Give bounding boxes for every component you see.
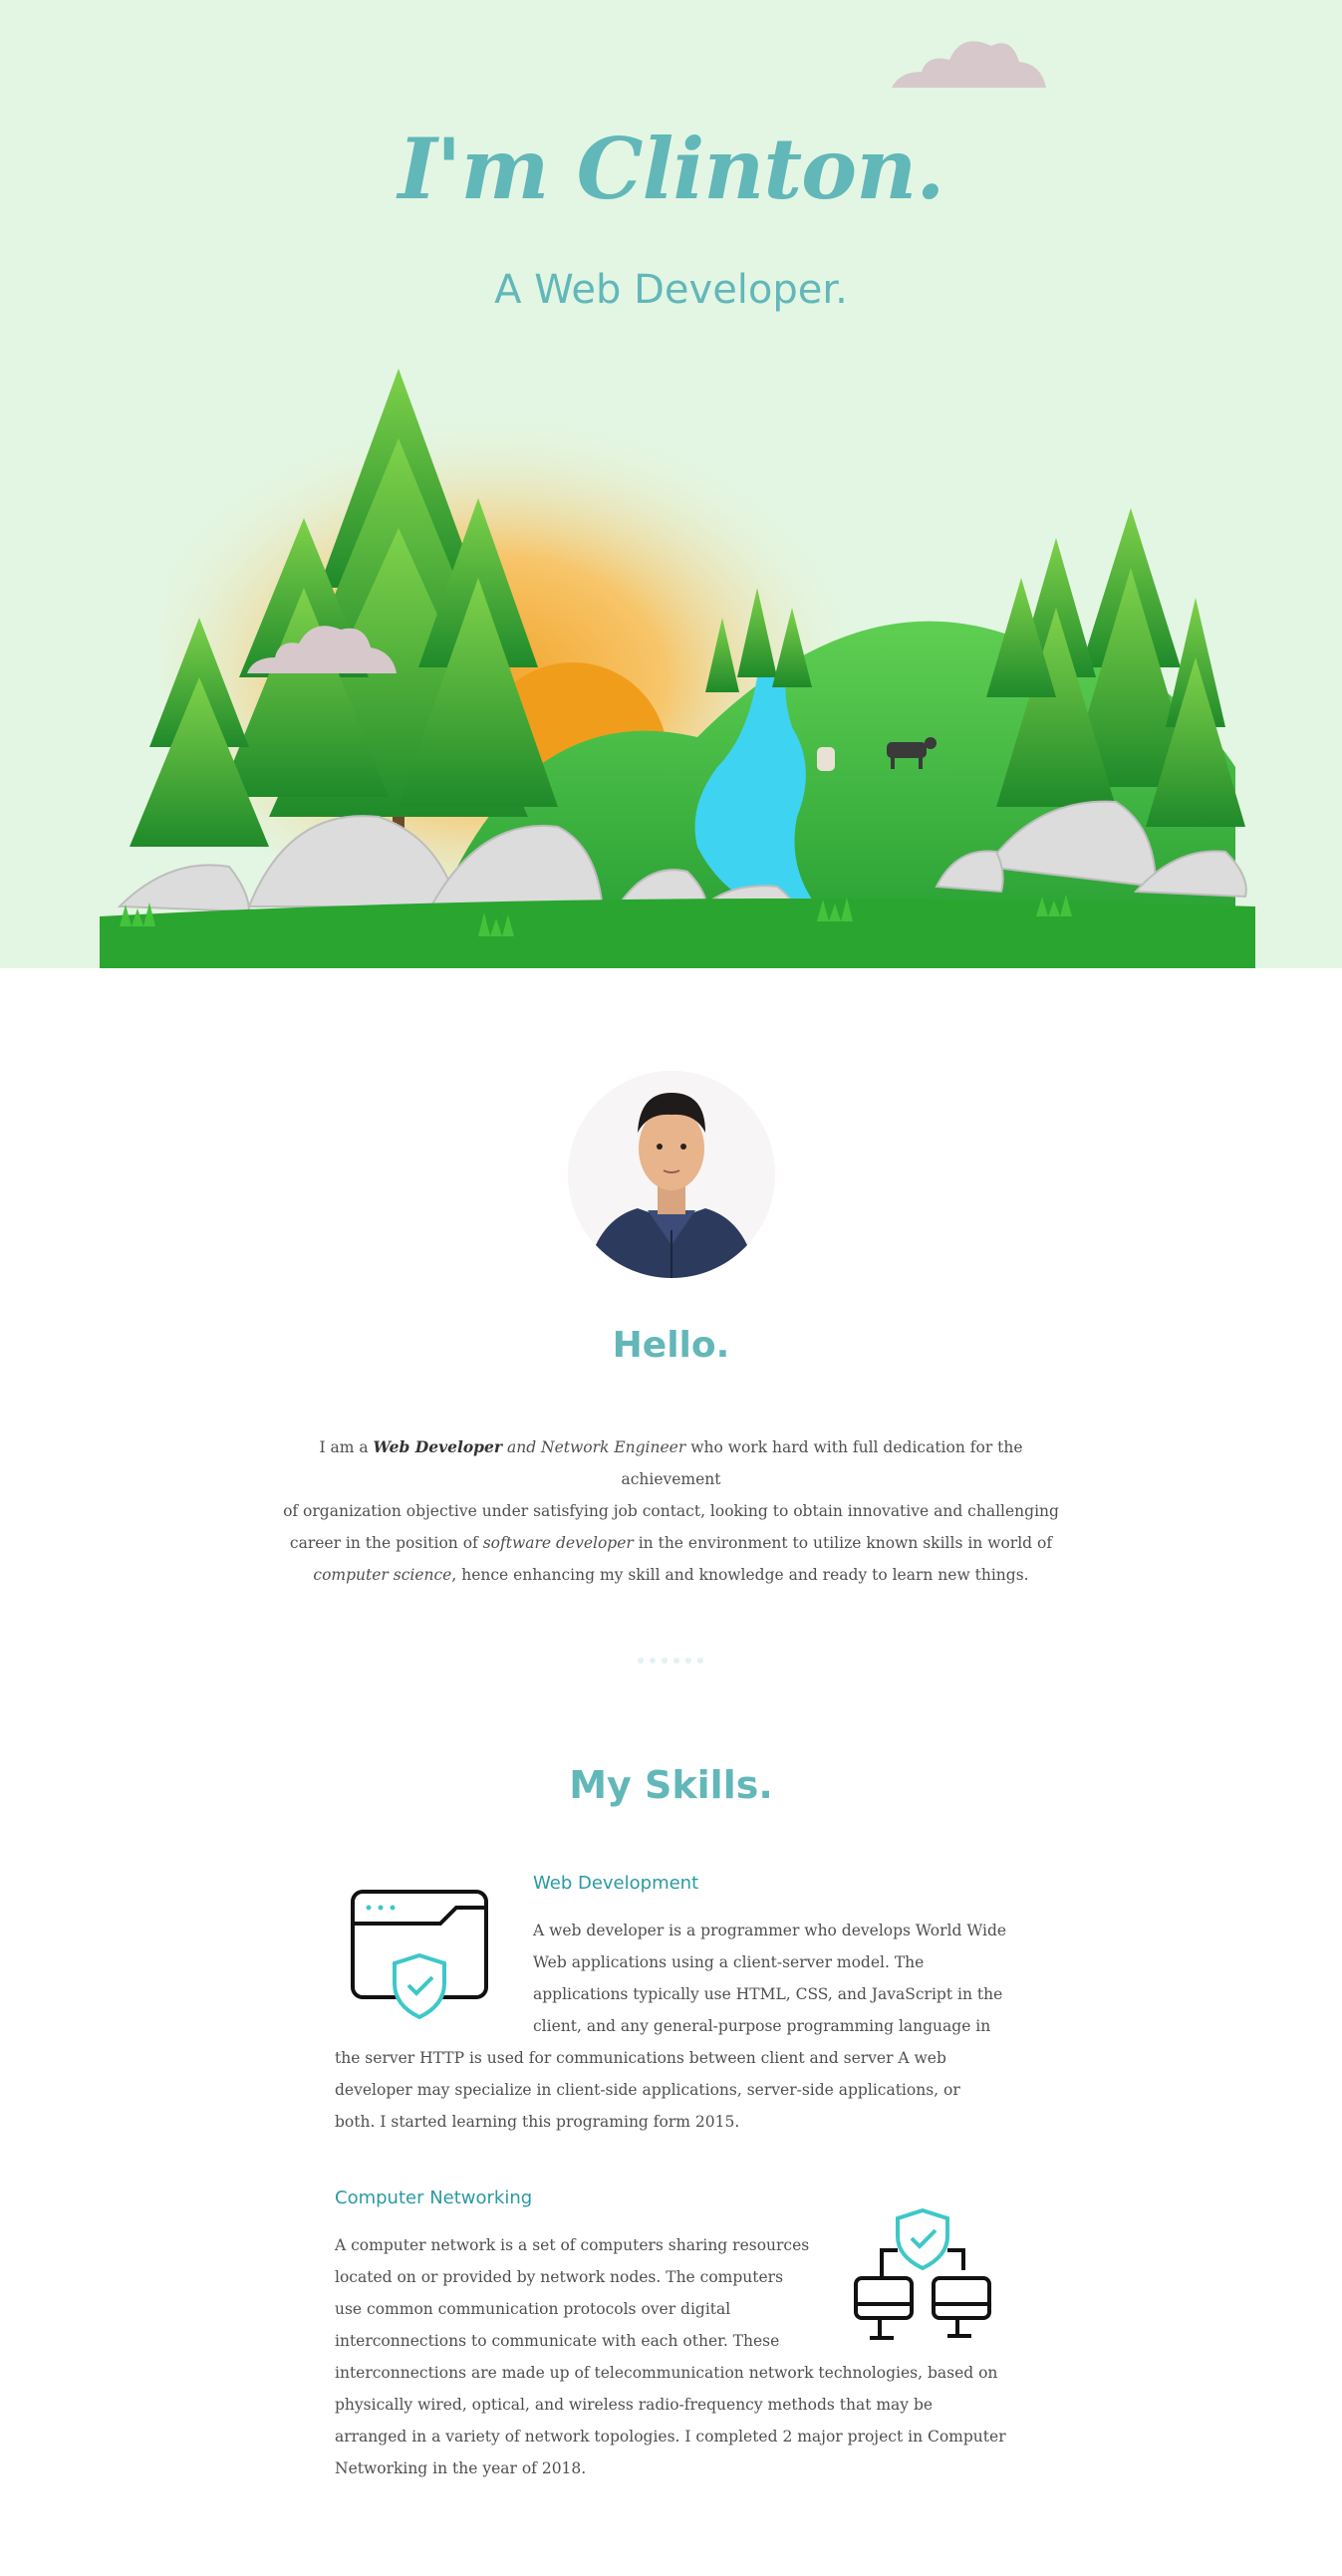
divider-dot bbox=[673, 1658, 679, 1664]
forest-landscape-illustration bbox=[100, 349, 1255, 968]
bio-text: in the environment to utilize known skil… bbox=[633, 1534, 1053, 1552]
bio-role-network: and Network Engineer bbox=[502, 1438, 686, 1456]
bio-text: I am a bbox=[319, 1438, 374, 1456]
skills-title: My Skills. bbox=[569, 1763, 773, 1807]
skill-text-line: the server HTTP is used for communicatio… bbox=[335, 2049, 946, 2067]
network-shield-icon bbox=[854, 2207, 991, 2340]
hero-title: I'm Clinton. bbox=[398, 120, 944, 218]
profile-photo-icon bbox=[568, 1071, 775, 1278]
skill-text-line: interconnections are made up of telecomm… bbox=[335, 2364, 998, 2382]
skill-text-line: client, and any general-purpose programm… bbox=[533, 2017, 991, 2035]
skill-heading-web: Web Development bbox=[533, 1873, 699, 1894]
bio-text: of organization objective under satisfyi… bbox=[283, 1502, 1059, 1520]
divider-dot bbox=[638, 1658, 644, 1664]
skill-heading-networking: Computer Networking bbox=[335, 2188, 533, 2208]
skill-text-line: developer may specialize in client-side … bbox=[335, 2081, 960, 2099]
bio-emphasis: computer science bbox=[313, 1566, 452, 1584]
hero-section: I'm Clinton. A Web Developer. bbox=[0, 0, 1342, 968]
divider-dot bbox=[685, 1658, 691, 1664]
skill-text-line: Networking in the year of 2018. bbox=[335, 2459, 587, 2477]
section-divider-dots bbox=[638, 1658, 707, 1666]
skill-text-line: arranged in a variety of network topolog… bbox=[335, 2428, 1006, 2446]
bio-emphasis: software developer bbox=[482, 1534, 634, 1552]
skill-text-web-top: A web developer is a programmer who deve… bbox=[533, 1915, 1006, 2042]
bio-text: career in the position of bbox=[289, 1534, 483, 1552]
avatar bbox=[568, 1071, 775, 1278]
skill-text-web-bottom: the server HTTP is used for communicatio… bbox=[335, 2042, 960, 2138]
bio-paragraph: I am a Web Developer and Network Enginee… bbox=[269, 1431, 1073, 1591]
bio-text: , hence enhancing my skill and knowledge… bbox=[451, 1566, 1029, 1584]
hero-subtitle: A Web Developer. bbox=[494, 267, 848, 313]
skill-text-line: applications typically use HTML, CSS, an… bbox=[533, 1985, 1003, 2003]
skill-text-line: A web developer is a programmer who deve… bbox=[533, 1922, 1007, 1939]
skill-text-line: both. I started learning this programing… bbox=[335, 2113, 740, 2131]
browser-shield-icon bbox=[351, 1890, 488, 2020]
bio-role-web: Web Developer bbox=[373, 1437, 503, 1456]
cloud-left-decoration bbox=[247, 626, 397, 673]
divider-dot bbox=[662, 1658, 668, 1664]
hello-heading: Hello. bbox=[612, 1325, 730, 1366]
skill-text-line: Web applications using a client-server m… bbox=[533, 1953, 925, 1971]
divider-dot bbox=[650, 1658, 656, 1664]
skill-text-line: physically wired, optical, and wireless … bbox=[335, 2396, 934, 2414]
cloud-top-decoration bbox=[892, 41, 1046, 88]
divider-dot bbox=[697, 1658, 703, 1664]
